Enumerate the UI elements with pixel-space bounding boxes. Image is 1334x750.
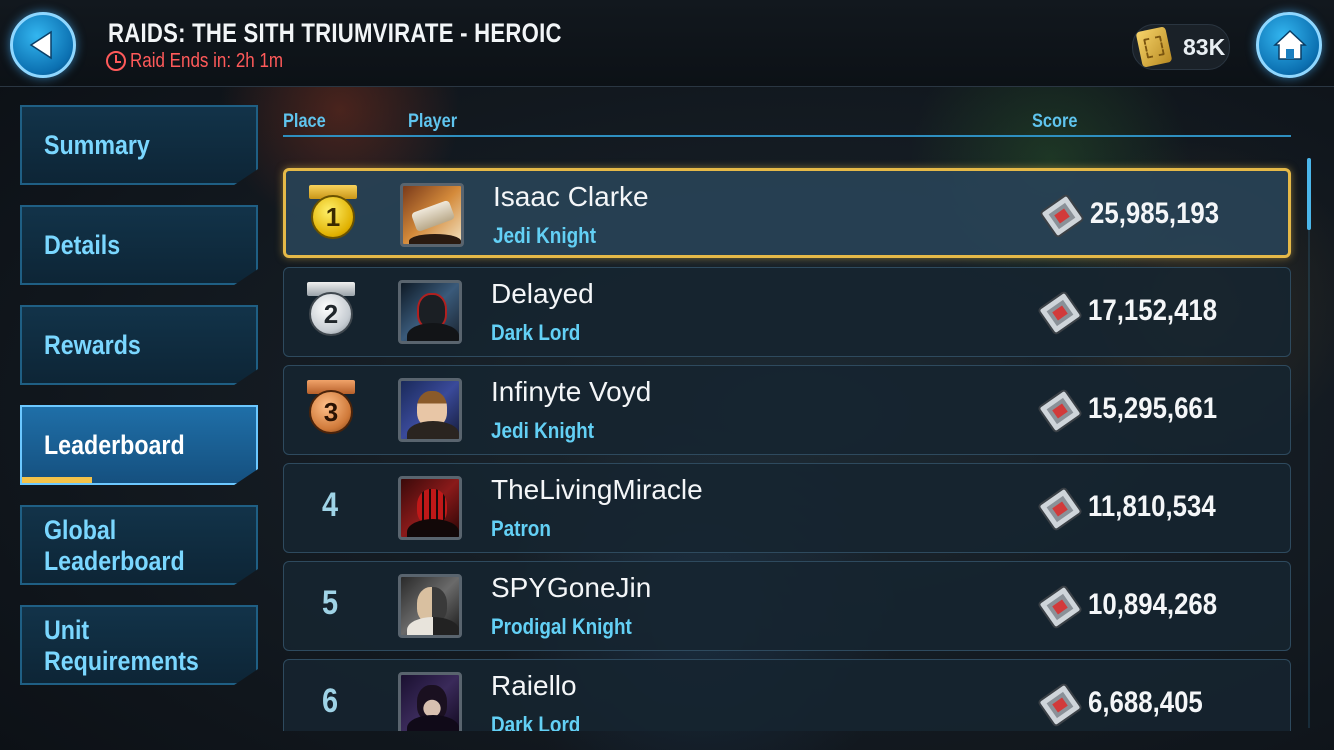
player-score: 6,688,405 [1088,686,1203,719]
player-name: SPYGoneJin [491,572,652,603]
raid-damage-icon [1038,487,1082,531]
player-title: Patron [491,516,551,541]
bronze-medal-icon: 3 [302,380,360,442]
player-score: 10,894,268 [1088,588,1218,621]
player-title: Prodigal Knight [491,614,632,639]
place-number: 6 [321,682,339,720]
leaderboard-row[interactable]: 1 Isaac Clarke Jedi Knight 25,985,193 [283,168,1291,258]
player-score: 15,295,661 [1088,392,1218,425]
leaderboard-list: 1 Isaac Clarke Jedi Knight 25,985,193 2 … [0,0,1334,731]
player-title: Jedi Knight [493,223,597,248]
gold-medal-icon: 1 [304,185,362,247]
player-name: Infinyte Voyd [491,376,652,407]
raid-damage-icon [1038,585,1082,629]
silver-medal-icon: 2 [302,282,360,344]
leaderboard-row[interactable]: 4 TheLivingMiracle Patron 11,810,534 [283,463,1291,553]
leaderboard-row[interactable]: 3 Infinyte Voyd Jedi Knight 15,295,661 [283,365,1291,455]
player-avatar[interactable] [398,280,462,344]
player-avatar[interactable] [398,574,462,638]
raid-damage-icon [1038,389,1082,433]
player-name: TheLivingMiracle [491,474,703,505]
player-name: Isaac Clarke [493,181,649,212]
player-avatar[interactable] [398,672,462,731]
player-title: Jedi Knight [491,418,595,443]
player-score: 25,985,193 [1090,197,1220,230]
player-title: Dark Lord [491,320,581,345]
place-number: 3 [309,390,353,434]
player-name: Delayed [491,278,594,309]
leaderboard-row[interactable]: 5 SPYGoneJin Prodigal Knight 10,894,268 [283,561,1291,651]
leaderboard-row[interactable]: 6 Raiello Dark Lord 6,688,405 [283,659,1291,731]
player-score: 17,152,418 [1088,294,1218,327]
place-number: 5 [321,584,339,622]
player-avatar[interactable] [398,378,462,442]
raid-damage-icon [1038,291,1082,335]
leaderboard-row[interactable]: 2 Delayed Dark Lord 17,152,418 [283,267,1291,357]
player-title: Dark Lord [491,712,581,731]
place-number: 1 [311,195,355,239]
player-avatar[interactable] [400,183,464,247]
place-number: 4 [321,486,339,524]
player-avatar[interactable] [398,476,462,540]
raid-damage-icon [1040,194,1084,238]
place-number: 2 [309,292,353,336]
player-name: Raiello [491,670,577,701]
raid-damage-icon [1038,683,1082,727]
player-score: 11,810,534 [1088,490,1216,523]
